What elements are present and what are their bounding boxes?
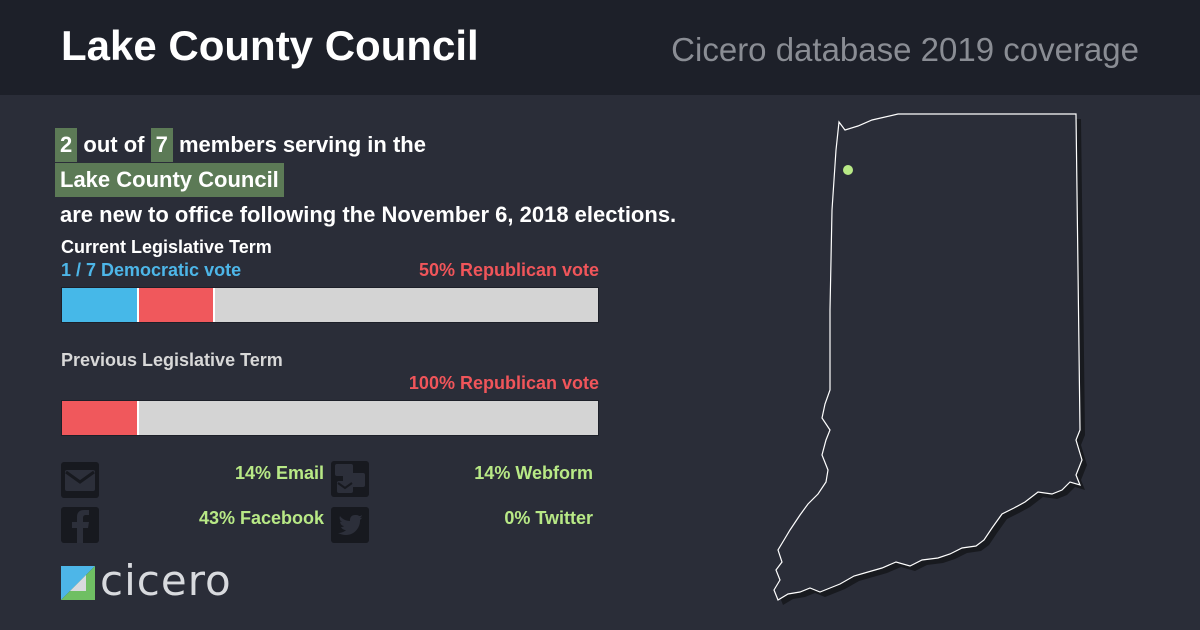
total-member-count: 7 bbox=[150, 128, 173, 162]
current-dem-vote: 1 / 7 Democratic vote bbox=[61, 260, 242, 280]
facebook-stat: 43% Facebook bbox=[198, 508, 324, 528]
envelope-icon bbox=[61, 462, 99, 498]
current-term-label: Current Legislative Term bbox=[61, 237, 272, 257]
new-member-count: 2 bbox=[55, 128, 78, 162]
body-name-highlight: Lake County Council bbox=[55, 163, 284, 197]
current-dem-segment bbox=[62, 288, 139, 322]
twitter-stat: 0% Twitter bbox=[504, 508, 593, 528]
previous-rep-segment bbox=[62, 401, 139, 435]
previous-term-label: Previous Legislative Term bbox=[61, 350, 283, 370]
header-bar: Lake County Council Cicero database 2019… bbox=[0, 0, 1200, 95]
headline-line-1: 2 out of 7 members serving in the bbox=[55, 127, 676, 162]
twitter-icon bbox=[331, 507, 369, 543]
coverage-subtitle: Cicero database 2019 coverage bbox=[671, 31, 1139, 68]
page-title: Lake County Council bbox=[61, 22, 479, 69]
members-text: members serving in the bbox=[178, 132, 426, 157]
lake-county-marker bbox=[843, 165, 853, 175]
previous-term-bar bbox=[61, 400, 599, 436]
out-of-text: out of bbox=[83, 132, 145, 157]
current-rep-vote: 50% Republican vote bbox=[418, 260, 599, 280]
cicero-logo-mark bbox=[61, 566, 95, 600]
email-stat: 14% Email bbox=[234, 463, 324, 483]
indiana-state-map bbox=[773, 113, 1087, 605]
cicero-wordmark: cicero bbox=[100, 556, 232, 605]
current-rep-segment bbox=[138, 288, 216, 322]
webform-stat: 14% Webform bbox=[474, 463, 593, 483]
webform-icon bbox=[331, 461, 369, 497]
headline-line-3: are new to office following the November… bbox=[60, 202, 677, 227]
headline-line-2: Lake County Council bbox=[55, 162, 676, 197]
previous-rep-vote: 100% Republican vote bbox=[408, 373, 599, 393]
facebook-icon bbox=[61, 507, 99, 543]
current-term-bar bbox=[61, 287, 599, 323]
headline-summary: 2 out of 7 members serving in the Lake C… bbox=[55, 127, 676, 232]
